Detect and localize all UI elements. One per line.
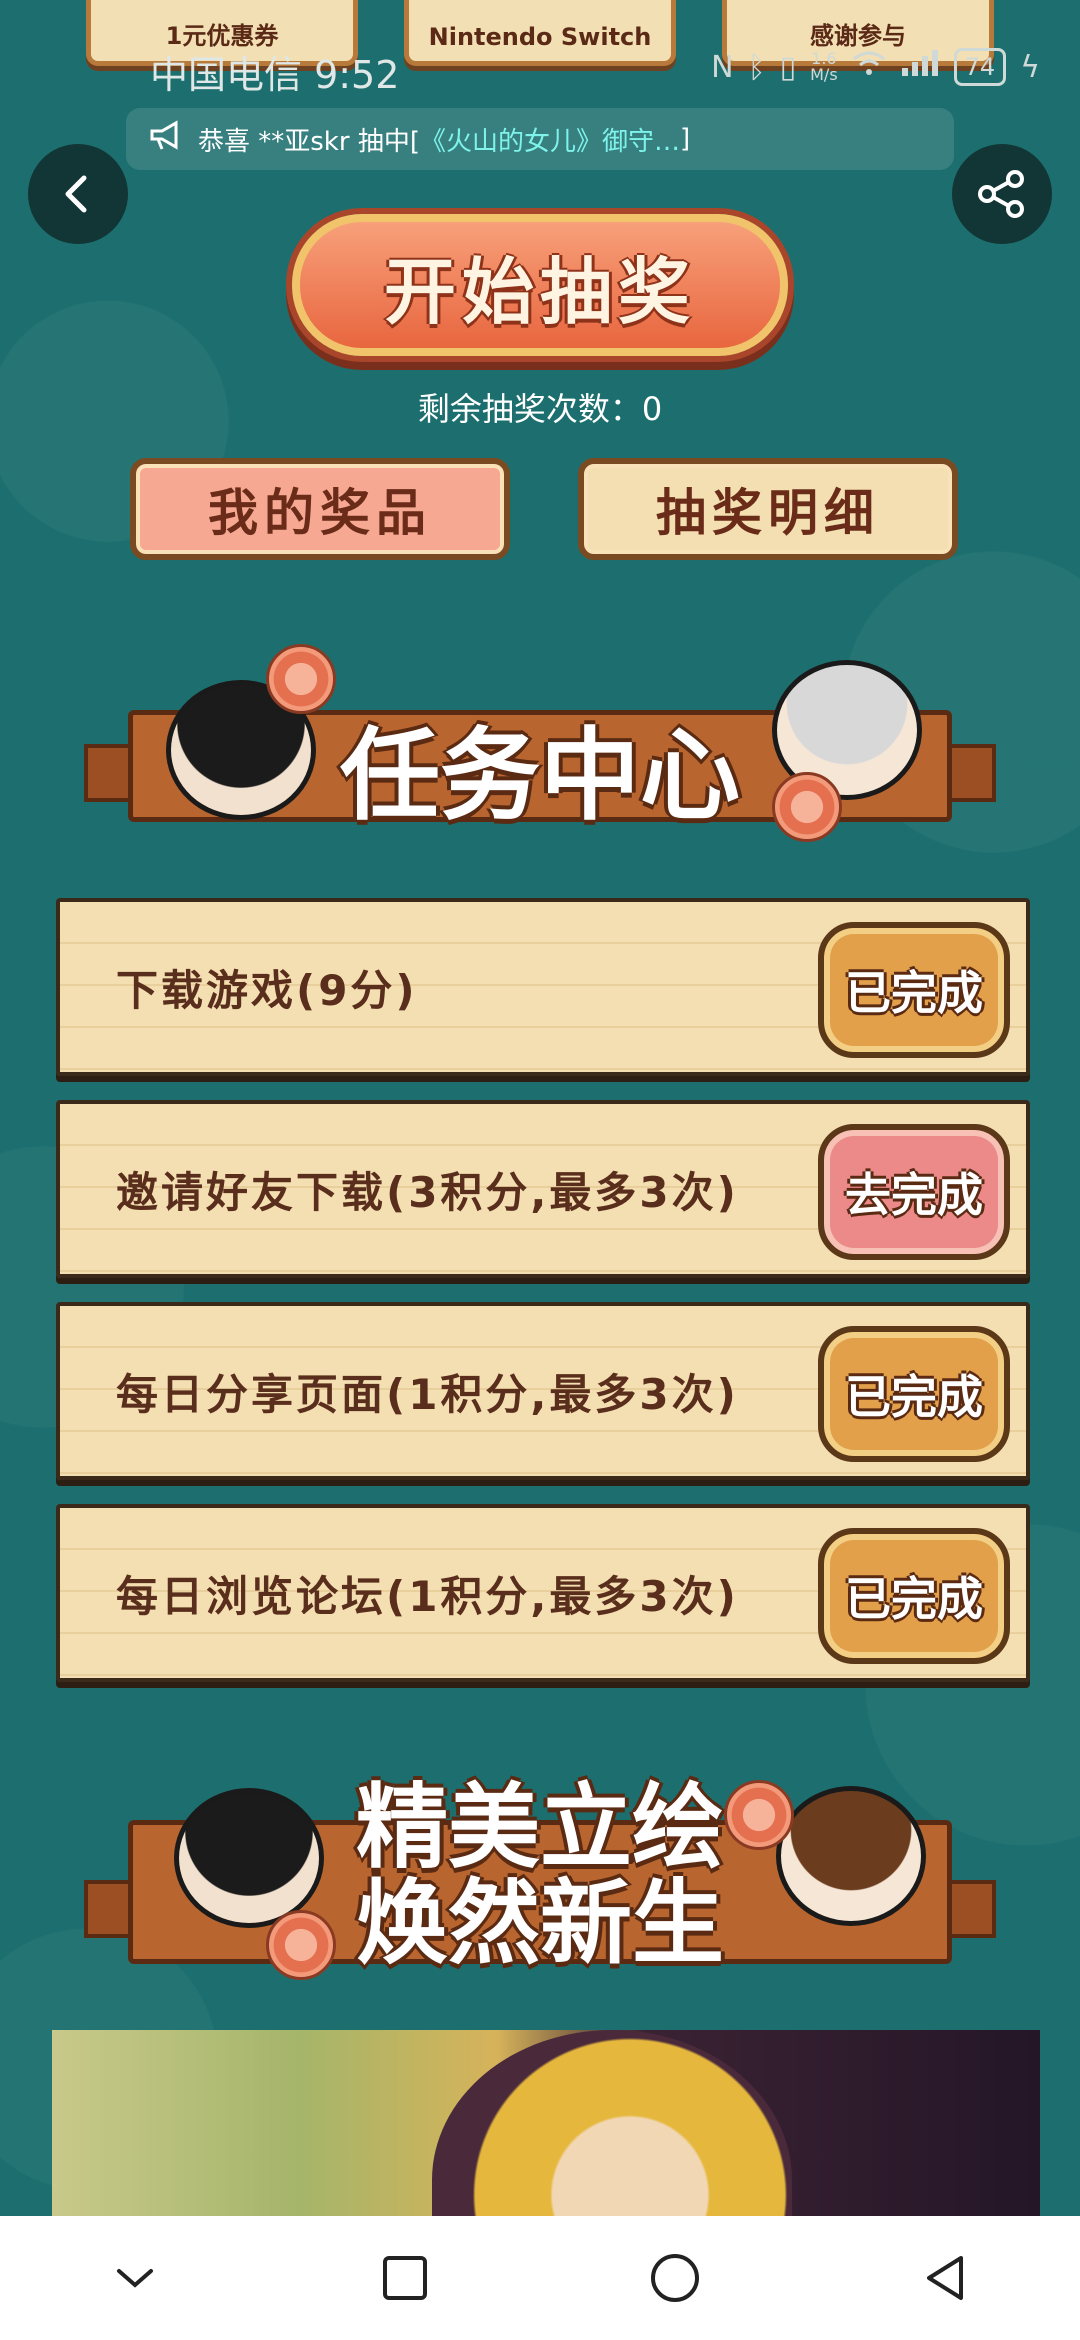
task-status-button[interactable]: 已完成 [818, 922, 1010, 1058]
task-card: 邀请好友下载(3积分,最多3次) 去完成 [56, 1100, 1030, 1278]
share-button[interactable] [952, 144, 1052, 244]
signal-icon [900, 48, 940, 86]
rose-icon [724, 1780, 794, 1850]
back-button[interactable] [28, 144, 128, 244]
winner-marquee: 恭喜 **亚skr 抽中[ 《火山的女儿》御守… ] [126, 108, 954, 170]
nfc-icon: N [711, 49, 734, 85]
task-card: 每日浏览论坛(1积分,最多3次) 已完成 [56, 1504, 1030, 1682]
rose-icon [266, 644, 336, 714]
wifi-icon [852, 49, 886, 85]
status-bar: 中国电信 9:52 N ᛒ ▯ 1.6 M/s 74 ϟ [0, 40, 1080, 100]
megaphone-icon [148, 119, 184, 159]
marquee-prefix: 恭喜 **亚skr 抽中[ [198, 126, 420, 157]
marquee-suffix: ] [679, 124, 691, 154]
task-text: 每日分享页面(1积分,最多3次) [116, 1369, 739, 1419]
task-center-banner: 任务中心 [84, 640, 996, 842]
rose-icon [772, 772, 842, 842]
bluetooth-icon: ᛒ [747, 49, 766, 85]
back-nav-button[interactable] [905, 2238, 985, 2318]
hide-nav-button[interactable] [95, 2238, 175, 2318]
battery-indicator: 74 [953, 48, 1007, 86]
charging-icon: ϟ [1020, 49, 1040, 85]
net-speed: 1.6 M/s [810, 51, 838, 83]
share-icon [978, 170, 1024, 218]
circle-icon [651, 2254, 699, 2302]
task-go-complete-button[interactable]: 去完成 [818, 1124, 1010, 1260]
rose-icon [266, 1910, 336, 1980]
character-brown-hair-avatar [776, 1786, 926, 1926]
my-prizes-button[interactable]: 我的奖品 [130, 458, 510, 560]
artwork-banner: 精美立绘 焕然新生 [84, 1760, 996, 2000]
vibrate-icon: ▯ [779, 49, 797, 85]
task-status-button[interactable]: 已完成 [818, 1326, 1010, 1462]
home-button[interactable] [635, 2238, 715, 2318]
start-draw-button[interactable]: 开始抽奖 [292, 214, 788, 356]
task-card: 下载游戏(9分) 已完成 [56, 898, 1030, 1076]
status-icons: N ᛒ ▯ 1.6 M/s 74 ϟ [711, 48, 1040, 86]
system-navigation-bar [0, 2216, 1080, 2340]
task-text: 下载游戏(9分) [116, 965, 418, 1015]
carrier-time: 中国电信 9:52 [150, 53, 400, 97]
triangle-back-icon [927, 2256, 963, 2300]
task-card: 每日分享页面(1积分,最多3次) 已完成 [56, 1302, 1030, 1480]
net-speed-unit: M/s [810, 65, 838, 84]
task-status-button[interactable]: 已完成 [818, 1528, 1010, 1664]
task-text: 每日浏览论坛(1积分,最多3次) [116, 1571, 739, 1621]
start-draw-label: 开始抽奖 [383, 249, 696, 334]
draw-details-button[interactable]: 抽奖明细 [578, 458, 958, 560]
chevron-down-icon [117, 2269, 153, 2288]
recent-apps-button[interactable] [365, 2238, 445, 2318]
marquee-prize: 《火山的女儿》御守… [419, 126, 680, 157]
chevron-left-icon [65, 175, 87, 213]
remaining-draws: 剩余抽奖次数：0 [417, 390, 663, 428]
square-icon [383, 2256, 427, 2300]
character-masked-avatar [174, 1788, 324, 1928]
task-text: 邀请好友下载(3积分,最多3次) [116, 1167, 739, 1217]
